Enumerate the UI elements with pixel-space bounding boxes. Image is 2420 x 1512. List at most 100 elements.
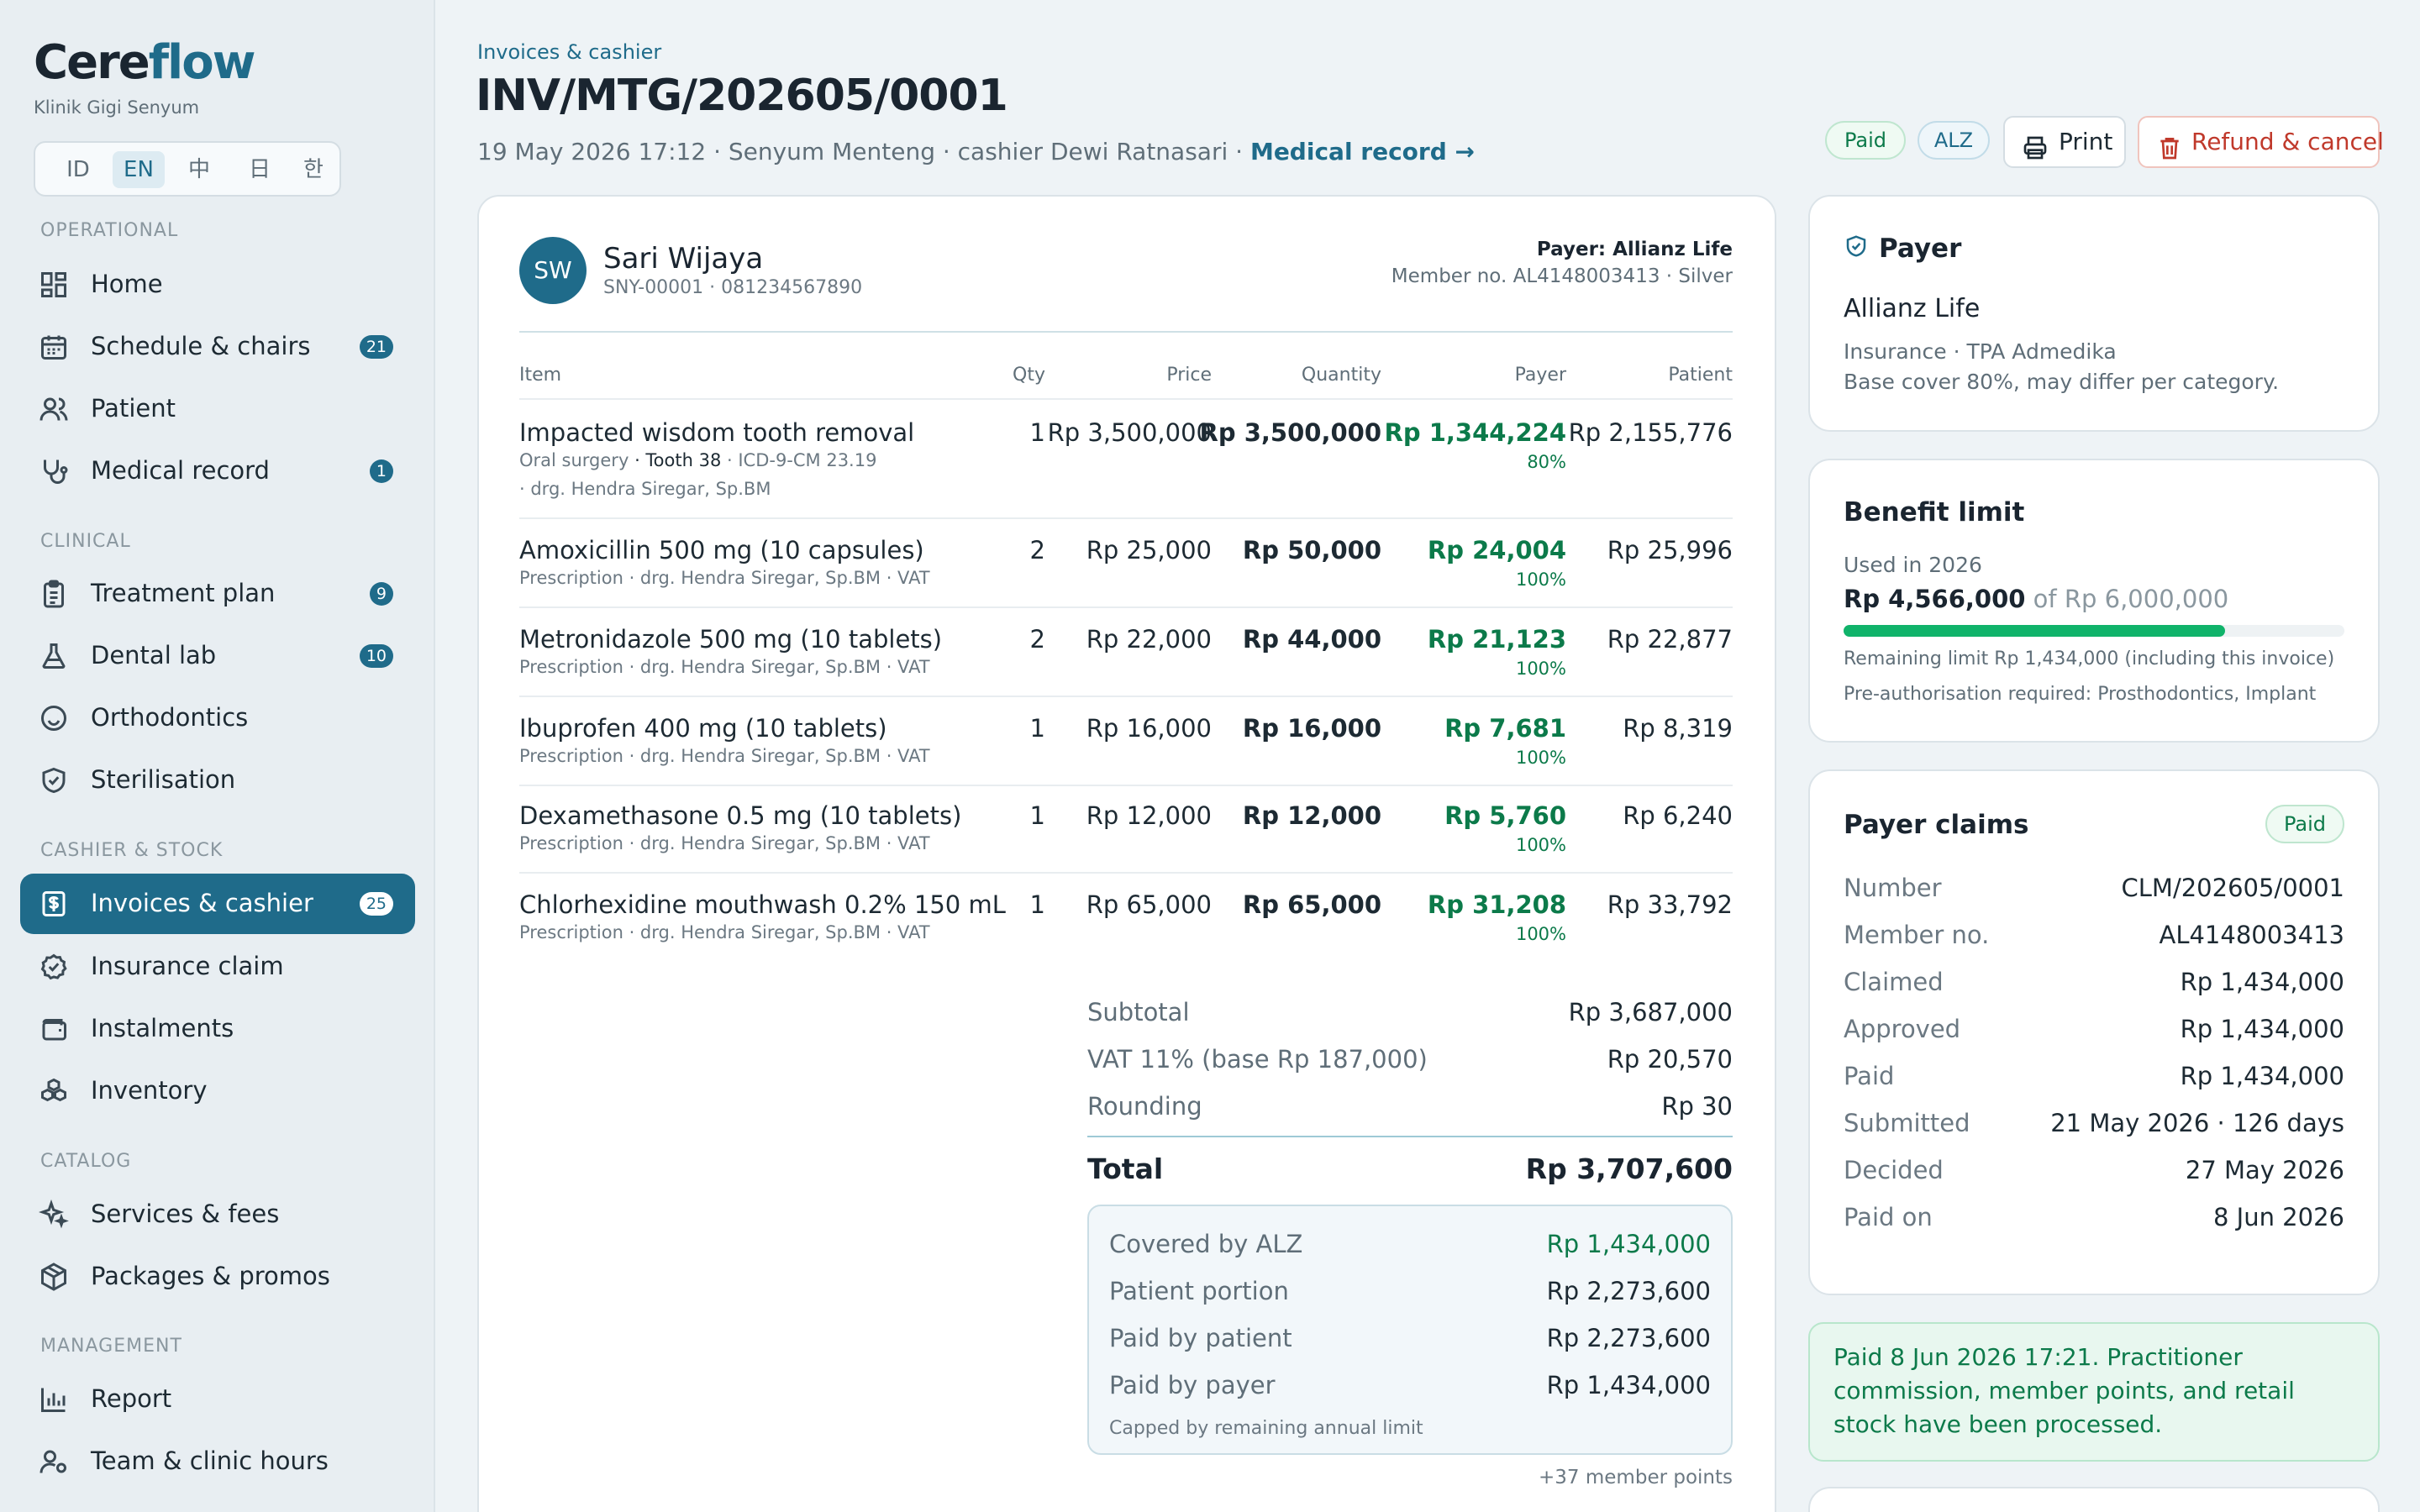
col-patient: Patient bbox=[1668, 365, 1733, 386]
sidebar-item-medical-record[interactable]: Medical record 1 bbox=[20, 441, 415, 501]
item-name: Chlorhexidine mouthwash 0.2% 150 mL bbox=[519, 890, 1006, 919]
sidebar-item-label: Orthodontics bbox=[91, 703, 249, 732]
sidebar-item-invoices[interactable]: Invoices & cashier 25 bbox=[20, 874, 415, 934]
sidebar-item-services-fees[interactable]: Services & fees bbox=[20, 1184, 415, 1245]
item-detail: Prescription · drg. Hendra Siregar, Sp.B… bbox=[519, 746, 930, 766]
shield-icon bbox=[1844, 234, 1869, 259]
sidebar-item-instalments[interactable]: Instalments bbox=[20, 999, 415, 1059]
claim-label: Claimed bbox=[1844, 968, 1944, 996]
patient-portion-value: Rp 2,273,600 bbox=[1546, 1277, 1711, 1305]
next-card bbox=[1808, 1487, 2380, 1512]
payer-label: Payer: Allianz Life bbox=[1536, 239, 1733, 260]
receipt-icon bbox=[39, 889, 69, 919]
item-detail: Prescription · drg. Hendra Siregar, Sp.B… bbox=[519, 568, 930, 588]
print-label: Print bbox=[2059, 128, 2113, 155]
sidebar-item-label: Treatment plan bbox=[91, 579, 276, 607]
claims-title: Payer claims bbox=[1844, 810, 2029, 840]
benefit-preauth: Pre-authorisation required: Prosthodonti… bbox=[1844, 684, 2317, 705]
col-item: Item bbox=[519, 365, 562, 386]
lang-ja[interactable]: 日 bbox=[234, 151, 286, 188]
breadcrumb[interactable]: Invoices & cashier bbox=[477, 40, 661, 64]
lang-id[interactable]: ID bbox=[52, 151, 104, 188]
count-badge: 10 bbox=[359, 644, 393, 668]
total-divider bbox=[1087, 1136, 1733, 1137]
coverage-note: Capped by remaining annual limit bbox=[1109, 1418, 1423, 1439]
sidebar-item-treatment-plan[interactable]: Treatment plan 9 bbox=[20, 564, 415, 624]
benefit-remaining: Remaining limit Rp 1,434,000 (including … bbox=[1844, 648, 2335, 669]
sidebar-item-schedule[interactable]: Schedule & chairs 21 bbox=[20, 317, 415, 377]
row-divider bbox=[519, 606, 1733, 608]
sidebar-item-inventory[interactable]: Inventory bbox=[20, 1061, 415, 1121]
claim-label: Paid bbox=[1844, 1062, 1895, 1090]
row-divider bbox=[519, 696, 1733, 697]
sidebar-item-report[interactable]: Report bbox=[20, 1369, 415, 1430]
item-payer-pct: 100% bbox=[1515, 835, 1566, 855]
claim-value: 21 May 2026 · 126 days bbox=[2050, 1109, 2344, 1137]
payer-cover: Base cover 80%, may differ per category. bbox=[1844, 370, 2280, 394]
meta-text: 19 May 2026 17:12 · Senyum Menteng · cas… bbox=[477, 138, 1250, 165]
sidebar-item-patient[interactable]: Patient bbox=[20, 379, 415, 439]
section-cashier-stock: CASHIER & STOCK bbox=[40, 840, 224, 861]
member-points: +37 member points bbox=[1539, 1467, 1733, 1488]
invoice-meta: 19 May 2026 17:12 · Senyum Menteng · cas… bbox=[477, 138, 1475, 165]
benefit-used-label: Used in 2026 bbox=[1844, 553, 1982, 577]
item-qty: 1 bbox=[1029, 418, 1045, 447]
sidebar-item-packages[interactable]: Packages & promos bbox=[20, 1247, 415, 1307]
clinic-name: Klinik Gigi Senyum bbox=[34, 97, 200, 118]
payer-type: Insurance · TPA Admedika bbox=[1844, 339, 2117, 364]
item-qty: 1 bbox=[1029, 714, 1045, 743]
item-qty: 1 bbox=[1029, 801, 1045, 830]
section-clinical: CLINICAL bbox=[40, 531, 131, 552]
lang-ko[interactable]: 한 bbox=[287, 151, 339, 188]
item-price: Rp 25,000 bbox=[1086, 536, 1212, 564]
sidebar-item-orthodontics[interactable]: Orthodontics bbox=[20, 688, 415, 748]
sidebar-item-insurance-claim[interactable]: Insurance claim bbox=[20, 937, 415, 997]
item-price: Rp 3,500,000 bbox=[1047, 418, 1212, 447]
item-detail: Prescription · drg. Hendra Siregar, Sp.B… bbox=[519, 657, 930, 677]
sidebar-item-dental-lab[interactable]: Dental lab 10 bbox=[20, 626, 415, 686]
user-cog-icon bbox=[39, 1446, 69, 1477]
count-badge: 1 bbox=[369, 459, 393, 483]
payer-badge: ALZ bbox=[1918, 121, 1990, 160]
claim-value: Rp 1,434,000 bbox=[2180, 1015, 2344, 1043]
sidebar-item-label: Medical record bbox=[91, 456, 270, 485]
avatar: SW bbox=[519, 237, 587, 304]
paid-payer-label: Paid by payer bbox=[1109, 1371, 1276, 1399]
brand-logo[interactable]: Cereflow bbox=[34, 35, 255, 90]
item-price: Rp 65,000 bbox=[1086, 890, 1212, 919]
claim-value: 27 May 2026 bbox=[2185, 1156, 2344, 1184]
item-name: Amoxicillin 500 mg (10 capsules) bbox=[519, 536, 924, 564]
status-badge: Paid bbox=[1825, 121, 1906, 160]
patient-name[interactable]: Sari Wijaya bbox=[603, 242, 763, 276]
vat-value: Rp 20,570 bbox=[1607, 1045, 1733, 1074]
count-badge: 21 bbox=[359, 335, 393, 359]
boxes-icon bbox=[39, 1076, 69, 1106]
item-practitioner: · drg. Hendra Siregar, Sp.BM bbox=[519, 479, 771, 499]
subtotal-label: Subtotal bbox=[1087, 998, 1190, 1026]
item-price: Rp 22,000 bbox=[1086, 625, 1212, 654]
row-divider bbox=[519, 398, 1733, 400]
claim-label: Member no. bbox=[1844, 921, 1990, 949]
item-amount: Rp 65,000 bbox=[1242, 890, 1381, 919]
shield-check-icon bbox=[39, 765, 69, 795]
language-switcher: ID EN 中 日 한 bbox=[34, 141, 341, 197]
item-payer: Rp 5,760 bbox=[1444, 801, 1566, 830]
header-divider bbox=[519, 331, 1733, 333]
wallet-icon bbox=[39, 1014, 69, 1044]
claim-value: AL4148003413 bbox=[2159, 921, 2344, 949]
total-value: Rp 3,707,600 bbox=[1525, 1152, 1733, 1185]
sidebar-item-label: Insurance claim bbox=[91, 952, 284, 980]
item-price: Rp 16,000 bbox=[1086, 714, 1212, 743]
sidebar-item-home[interactable]: Home bbox=[20, 255, 415, 315]
sidebar-item-team[interactable]: Team & clinic hours bbox=[20, 1431, 415, 1492]
medical-record-link[interactable]: Medical record → bbox=[1250, 138, 1475, 165]
covered-label: Covered by ALZ bbox=[1109, 1230, 1303, 1258]
benefit-used: Rp 4,566,000 of Rp 6,000,000 bbox=[1844, 585, 2229, 613]
refund-cancel-button[interactable]: Refund & cancel bbox=[2138, 116, 2384, 168]
item-qty: 1 bbox=[1029, 890, 1045, 919]
sidebar-item-sterilisation[interactable]: Sterilisation bbox=[20, 750, 415, 811]
item-detail: Prescription · drg. Hendra Siregar, Sp.B… bbox=[519, 922, 930, 942]
lang-zh[interactable]: 中 bbox=[173, 151, 225, 188]
lang-en[interactable]: EN bbox=[113, 151, 165, 188]
print-button[interactable]: Print bbox=[2003, 116, 2126, 168]
